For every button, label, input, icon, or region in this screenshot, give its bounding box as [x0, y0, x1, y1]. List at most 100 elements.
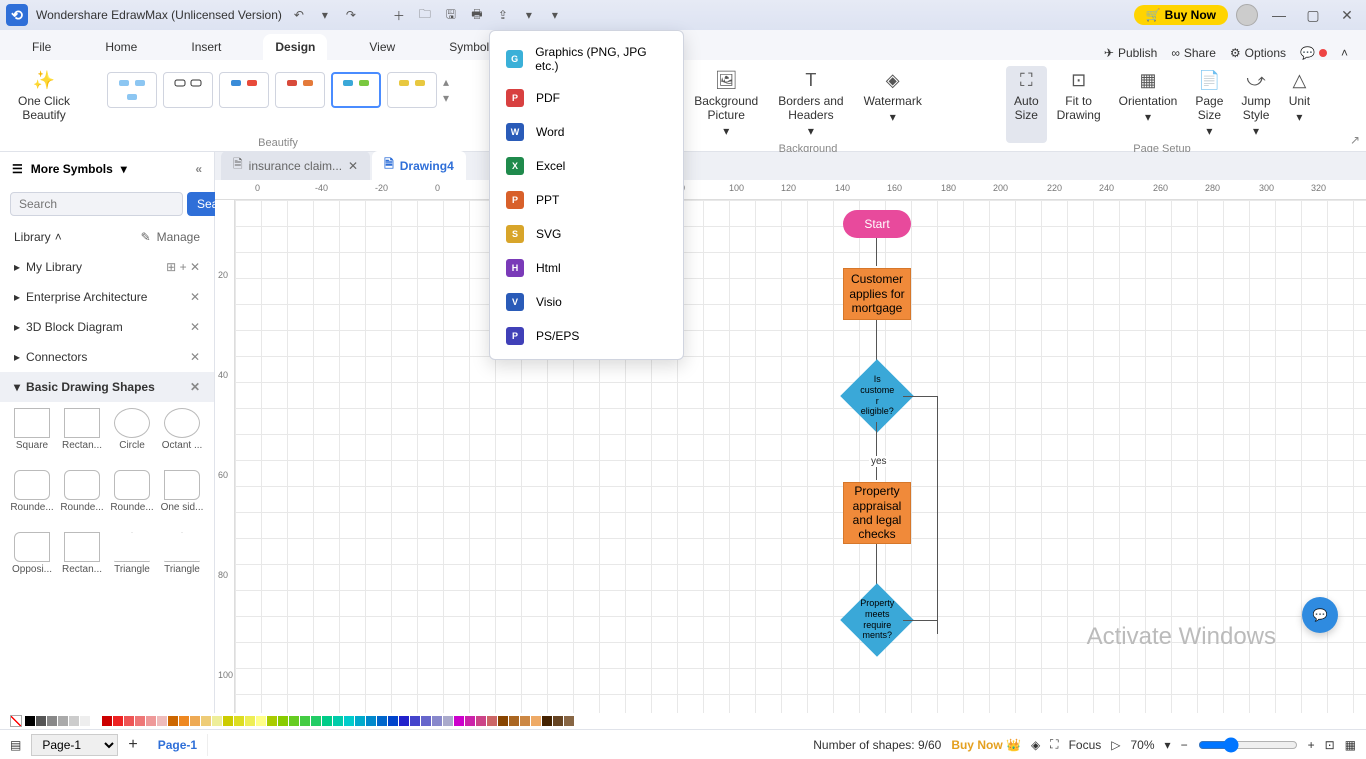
color-swatch[interactable] — [564, 716, 574, 726]
plus-icon[interactable]: + — [180, 260, 187, 274]
shape-Rounde...[interactable]: Rounde... — [58, 470, 106, 530]
export-graphics-png-jpg-etc-[interactable]: GGraphics (PNG, JPG etc.) — [490, 37, 683, 81]
style-thumb-1[interactable] — [107, 72, 157, 108]
color-swatch[interactable] — [300, 716, 310, 726]
menu-insert[interactable]: Insert — [179, 34, 233, 60]
color-swatch[interactable] — [344, 716, 354, 726]
color-swatch[interactable] — [135, 716, 145, 726]
lib-section-my-library[interactable]: ▸My Library⊞ + ✕ — [0, 252, 214, 282]
page-setup-launcher-icon[interactable]: ↗ — [1350, 133, 1360, 147]
color-swatch[interactable] — [465, 716, 475, 726]
no-fill-icon[interactable] — [10, 715, 22, 727]
export-visio[interactable]: VVisio — [490, 285, 683, 319]
export-word[interactable]: WWord — [490, 115, 683, 149]
style-thumb-5[interactable] — [331, 72, 381, 108]
color-swatch[interactable] — [388, 716, 398, 726]
style-thumb-2[interactable] — [163, 72, 213, 108]
node-start[interactable]: Start — [843, 210, 911, 238]
close-icon[interactable]: ✕ — [190, 260, 200, 274]
color-swatch[interactable] — [245, 716, 255, 726]
node-customer-applies[interactable]: Customer applies for mortgage — [843, 268, 911, 320]
undo-icon[interactable]: ↶ — [290, 6, 308, 24]
color-swatch[interactable] — [212, 716, 222, 726]
zoom-slider[interactable] — [1198, 737, 1298, 753]
color-swatch[interactable] — [487, 716, 497, 726]
shape-Opposi...[interactable]: Opposi... — [8, 532, 56, 592]
color-swatch[interactable] — [58, 716, 68, 726]
gallery-up-icon[interactable]: ▴ — [443, 75, 449, 89]
shape-Square[interactable]: Square — [8, 408, 56, 468]
fullscreen-icon[interactable]: ⛶ — [1050, 737, 1058, 752]
color-swatch[interactable] — [201, 716, 211, 726]
buy-now-button[interactable]: 🛒 Buy Now — [1134, 5, 1228, 25]
shape-Triangle[interactable]: Triangle — [158, 532, 206, 592]
search-input[interactable] — [10, 192, 183, 216]
page-select[interactable]: Page-1 — [31, 734, 118, 756]
focus-label[interactable]: Focus — [1069, 738, 1102, 752]
color-swatch[interactable] — [256, 716, 266, 726]
unit-button[interactable]: △Unit▾ — [1281, 66, 1318, 143]
lib-section-connectors[interactable]: ▸Connectors✕ — [0, 342, 214, 372]
color-swatch[interactable] — [234, 716, 244, 726]
export-icon[interactable]: ⇪ — [494, 6, 512, 24]
add-page-button[interactable]: + — [128, 736, 137, 754]
open-icon[interactable]: 🗀 — [416, 6, 434, 24]
zoom-out-button[interactable]: − — [1181, 738, 1188, 752]
style-thumb-4[interactable] — [275, 72, 325, 108]
color-swatch[interactable] — [289, 716, 299, 726]
color-swatch[interactable] — [399, 716, 409, 726]
color-swatch[interactable] — [377, 716, 387, 726]
shape-Rectan...[interactable]: Rectan... — [58, 408, 106, 468]
style-thumb-6[interactable] — [387, 72, 437, 108]
chevron-down-icon[interactable]: ▾ — [121, 162, 127, 176]
chevron-up-icon[interactable]: ˄ — [55, 230, 62, 244]
minimize-button[interactable]: — — [1266, 2, 1292, 28]
fit-page-icon[interactable]: ⊡ — [1325, 738, 1335, 752]
export-dropdown-icon[interactable]: ▾ — [520, 6, 538, 24]
close-icon[interactable]: ✕ — [190, 350, 200, 364]
close-button[interactable]: ✕ — [1334, 2, 1360, 28]
play-icon[interactable]: ▷ — [1111, 738, 1120, 752]
color-swatch[interactable] — [322, 716, 332, 726]
publish-button[interactable]: ✈Publish — [1104, 46, 1157, 60]
page-tab[interactable]: Page-1 — [148, 734, 208, 756]
borders-headers-button[interactable]: TBorders and Headers▾ — [770, 66, 851, 143]
color-swatch[interactable] — [124, 716, 134, 726]
color-swatch[interactable] — [91, 716, 101, 726]
color-swatch[interactable] — [25, 716, 35, 726]
color-swatch[interactable] — [223, 716, 233, 726]
shape-One sid...[interactable]: One sid... — [158, 470, 206, 530]
watermark-button[interactable]: ◈Watermark▾ — [856, 66, 930, 143]
more-symbols-label[interactable]: More Symbols — [31, 162, 113, 176]
doc-tab-drawing4[interactable]: 🗎Drawing4 — [372, 151, 466, 180]
color-swatch[interactable] — [278, 716, 288, 726]
doc-tab-insurance[interactable]: 🗎insurance claim...✕ — [221, 151, 370, 180]
save-icon[interactable]: 🖫 — [442, 6, 460, 24]
color-swatch[interactable] — [146, 716, 156, 726]
layers-icon[interactable]: ◈ — [1031, 738, 1040, 752]
shape-Triangle[interactable]: Triangle — [108, 532, 156, 592]
node-property-appraisal[interactable]: Property appraisal and legal checks — [843, 482, 911, 544]
orientation-button[interactable]: ▦Orientation▾ — [1111, 66, 1186, 143]
options-button[interactable]: ⚙Options — [1230, 46, 1286, 60]
print-icon[interactable]: 🖶 — [468, 6, 486, 24]
color-swatch[interactable] — [454, 716, 464, 726]
shape-Rectan...[interactable]: Rectan... — [58, 532, 106, 592]
export-ps-eps[interactable]: PPS/EPS — [490, 319, 683, 353]
menu-home[interactable]: Home — [93, 34, 149, 60]
color-swatch[interactable] — [47, 716, 57, 726]
color-swatch[interactable] — [102, 716, 112, 726]
style-thumb-3[interactable] — [219, 72, 269, 108]
color-swatch[interactable] — [531, 716, 541, 726]
shape-Octant ...[interactable]: Octant ... — [158, 408, 206, 468]
close-icon[interactable]: ✕ — [190, 380, 200, 394]
color-swatch[interactable] — [553, 716, 563, 726]
lib-section-basic-shapes[interactable]: ▾Basic Drawing Shapes✕ — [0, 372, 214, 402]
undo-dropdown-icon[interactable]: ▾ — [316, 6, 334, 24]
color-swatch[interactable] — [476, 716, 486, 726]
gallery-down-icon[interactable]: ▾ — [443, 91, 449, 105]
collapse-ribbon-icon[interactable]: ˄ — [1341, 46, 1348, 60]
color-swatch[interactable] — [542, 716, 552, 726]
close-icon[interactable]: ✕ — [190, 290, 200, 304]
color-swatch[interactable] — [190, 716, 200, 726]
